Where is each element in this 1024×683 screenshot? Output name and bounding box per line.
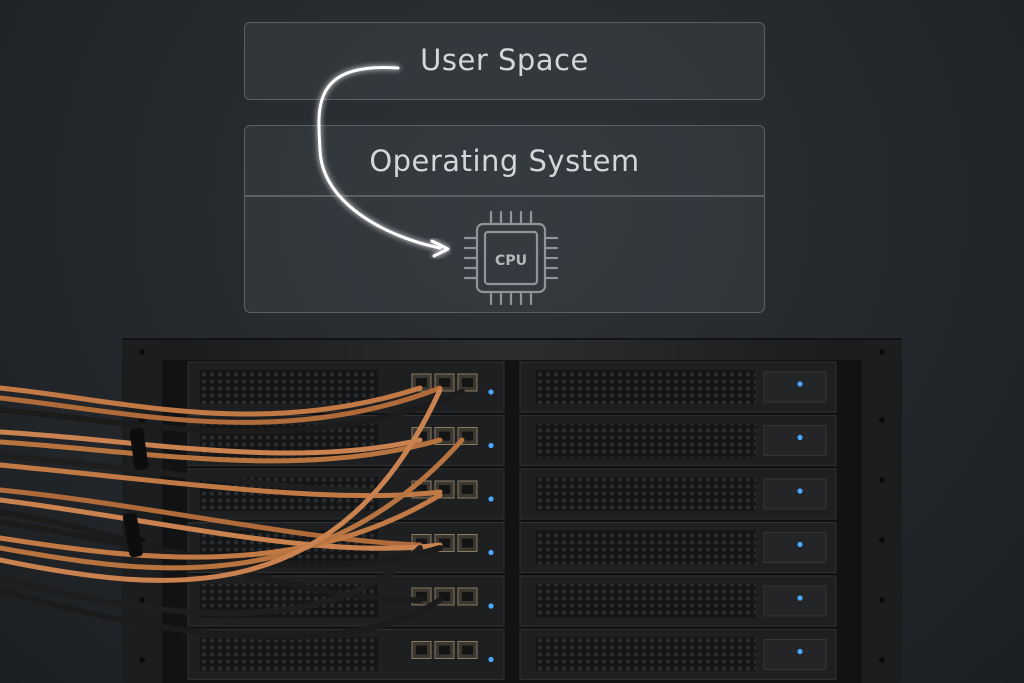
vent-grille [536, 423, 756, 458]
status-led [488, 442, 494, 449]
status-led [488, 496, 494, 502]
status-led [797, 434, 803, 441]
status-led [797, 541, 803, 548]
vent-grille [200, 637, 378, 672]
status-led [488, 656, 494, 663]
drive-bay [763, 532, 827, 563]
status-led [488, 549, 494, 556]
vent-grille [536, 584, 756, 618]
vent-grille [536, 477, 756, 511]
vent-grille [536, 370, 756, 404]
status-led [797, 595, 803, 601]
status-led [488, 389, 494, 395]
drive-bay [763, 639, 827, 670]
vent-grille [536, 530, 756, 565]
rack-top-rail [160, 340, 864, 360]
drive-bay [763, 478, 827, 510]
server-rack [0, 338, 902, 683]
drive-bay [763, 585, 827, 617]
rack-right-post [862, 340, 902, 683]
status-led [488, 603, 494, 609]
vent-grille [200, 370, 378, 404]
drive-bay [763, 425, 827, 456]
vent-grille [536, 637, 756, 672]
status-led [797, 488, 803, 494]
drive-bay [763, 371, 827, 403]
status-led [797, 381, 803, 387]
status-led [797, 648, 803, 655]
